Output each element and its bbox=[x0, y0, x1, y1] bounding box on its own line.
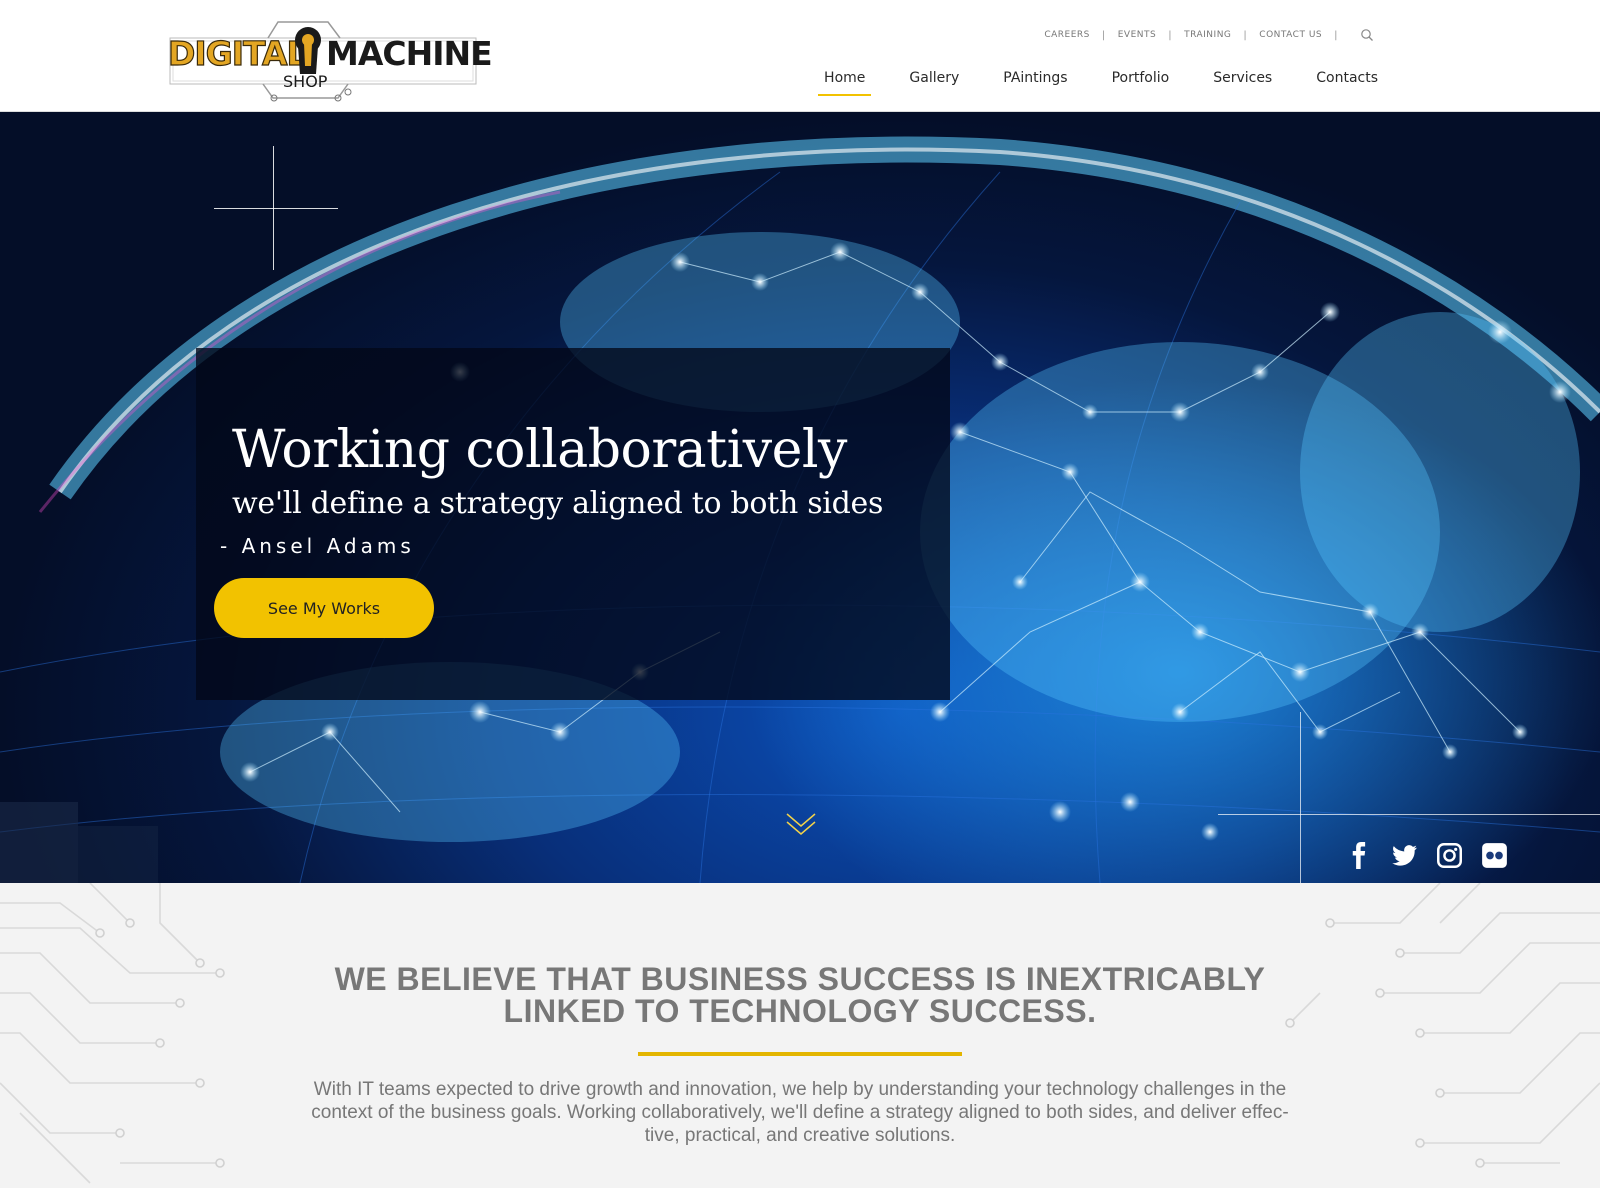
twitter-icon[interactable] bbox=[1391, 842, 1418, 869]
about-body-line: With IT teams expected to drive growth a… bbox=[313, 1079, 1287, 1100]
nav-services[interactable]: Services bbox=[1207, 64, 1278, 96]
about-heading: WE BELIEVE THAT BUSINESS SUCCESS IS INEX… bbox=[0, 963, 1600, 1027]
utility-separator: | bbox=[1168, 29, 1173, 41]
social-links bbox=[1346, 842, 1508, 869]
utility-link-training[interactable]: TRAINING bbox=[1184, 30, 1231, 40]
logo-text-machine: MACHINE bbox=[326, 34, 493, 73]
nav-contacts[interactable]: Contacts bbox=[1310, 64, 1384, 96]
utility-separator: | bbox=[1101, 29, 1106, 41]
hero-title: Working collaboratively bbox=[232, 420, 847, 480]
about-heading-line: WE BELIEVE THAT BUSINESS SUCCESS IS INEX… bbox=[334, 961, 1266, 997]
facebook-icon[interactable] bbox=[1346, 842, 1373, 869]
about-body-line: tive, practical, and creative solutions. bbox=[644, 1125, 956, 1146]
about-body-line: context of the business goals. Working c… bbox=[311, 1102, 1289, 1123]
site-logo[interactable]: DIGITAL MACHINE SHOP bbox=[167, 18, 493, 104]
search-icon[interactable] bbox=[1360, 28, 1374, 42]
site-header: DIGITAL MACHINE SHOP CAREERS | EVENTS | … bbox=[0, 0, 1600, 112]
main-nav: Home Gallery PAintings Portfolio Service… bbox=[786, 64, 1384, 96]
utility-link-events[interactable]: EVENTS bbox=[1118, 30, 1156, 40]
accent-divider bbox=[638, 1052, 962, 1056]
utility-link-careers[interactable]: CAREERS bbox=[1044, 30, 1090, 40]
hero-caption-box: Working collaboratively we'll define a s… bbox=[196, 348, 950, 700]
keyhole-icon bbox=[295, 27, 321, 74]
nav-paintings[interactable]: PAintings bbox=[997, 64, 1073, 96]
nav-home[interactable]: Home bbox=[818, 64, 872, 96]
crosshair-decoration bbox=[214, 208, 338, 209]
about-body-text: With IT teams expected to drive growth a… bbox=[266, 1078, 1334, 1147]
logo-text-shop: SHOP bbox=[283, 72, 328, 91]
hero-subtitle: we'll define a strategy aligned to both … bbox=[232, 486, 884, 521]
chevron-double-down-icon[interactable] bbox=[785, 812, 817, 838]
flickr-icon[interactable] bbox=[1481, 842, 1508, 869]
logo-text-digital: DIGITAL bbox=[167, 33, 308, 73]
about-heading-line: LINKED TO TECHNOLOGY SUCCESS. bbox=[503, 993, 1097, 1029]
see-my-works-button[interactable]: See My Works bbox=[214, 578, 434, 638]
utility-link-contact-us[interactable]: CONTACT US bbox=[1259, 30, 1322, 40]
nav-portfolio[interactable]: Portfolio bbox=[1106, 64, 1176, 96]
utility-nav: CAREERS | EVENTS | TRAINING | CONTACT US… bbox=[1044, 28, 1374, 42]
corner-line-decoration bbox=[1218, 814, 1600, 815]
hero-quote-author: - Ansel Adams bbox=[220, 534, 415, 558]
about-section: WE BELIEVE THAT BUSINESS SUCCESS IS INEX… bbox=[0, 883, 1600, 1188]
hero-banner: Working collaboratively we'll define a s… bbox=[0, 112, 1600, 883]
corner-line-decoration bbox=[1300, 712, 1301, 883]
utility-separator: | bbox=[1243, 29, 1248, 41]
instagram-icon[interactable] bbox=[1436, 842, 1463, 869]
nav-gallery[interactable]: Gallery bbox=[903, 64, 965, 96]
utility-separator: | bbox=[1334, 29, 1338, 41]
